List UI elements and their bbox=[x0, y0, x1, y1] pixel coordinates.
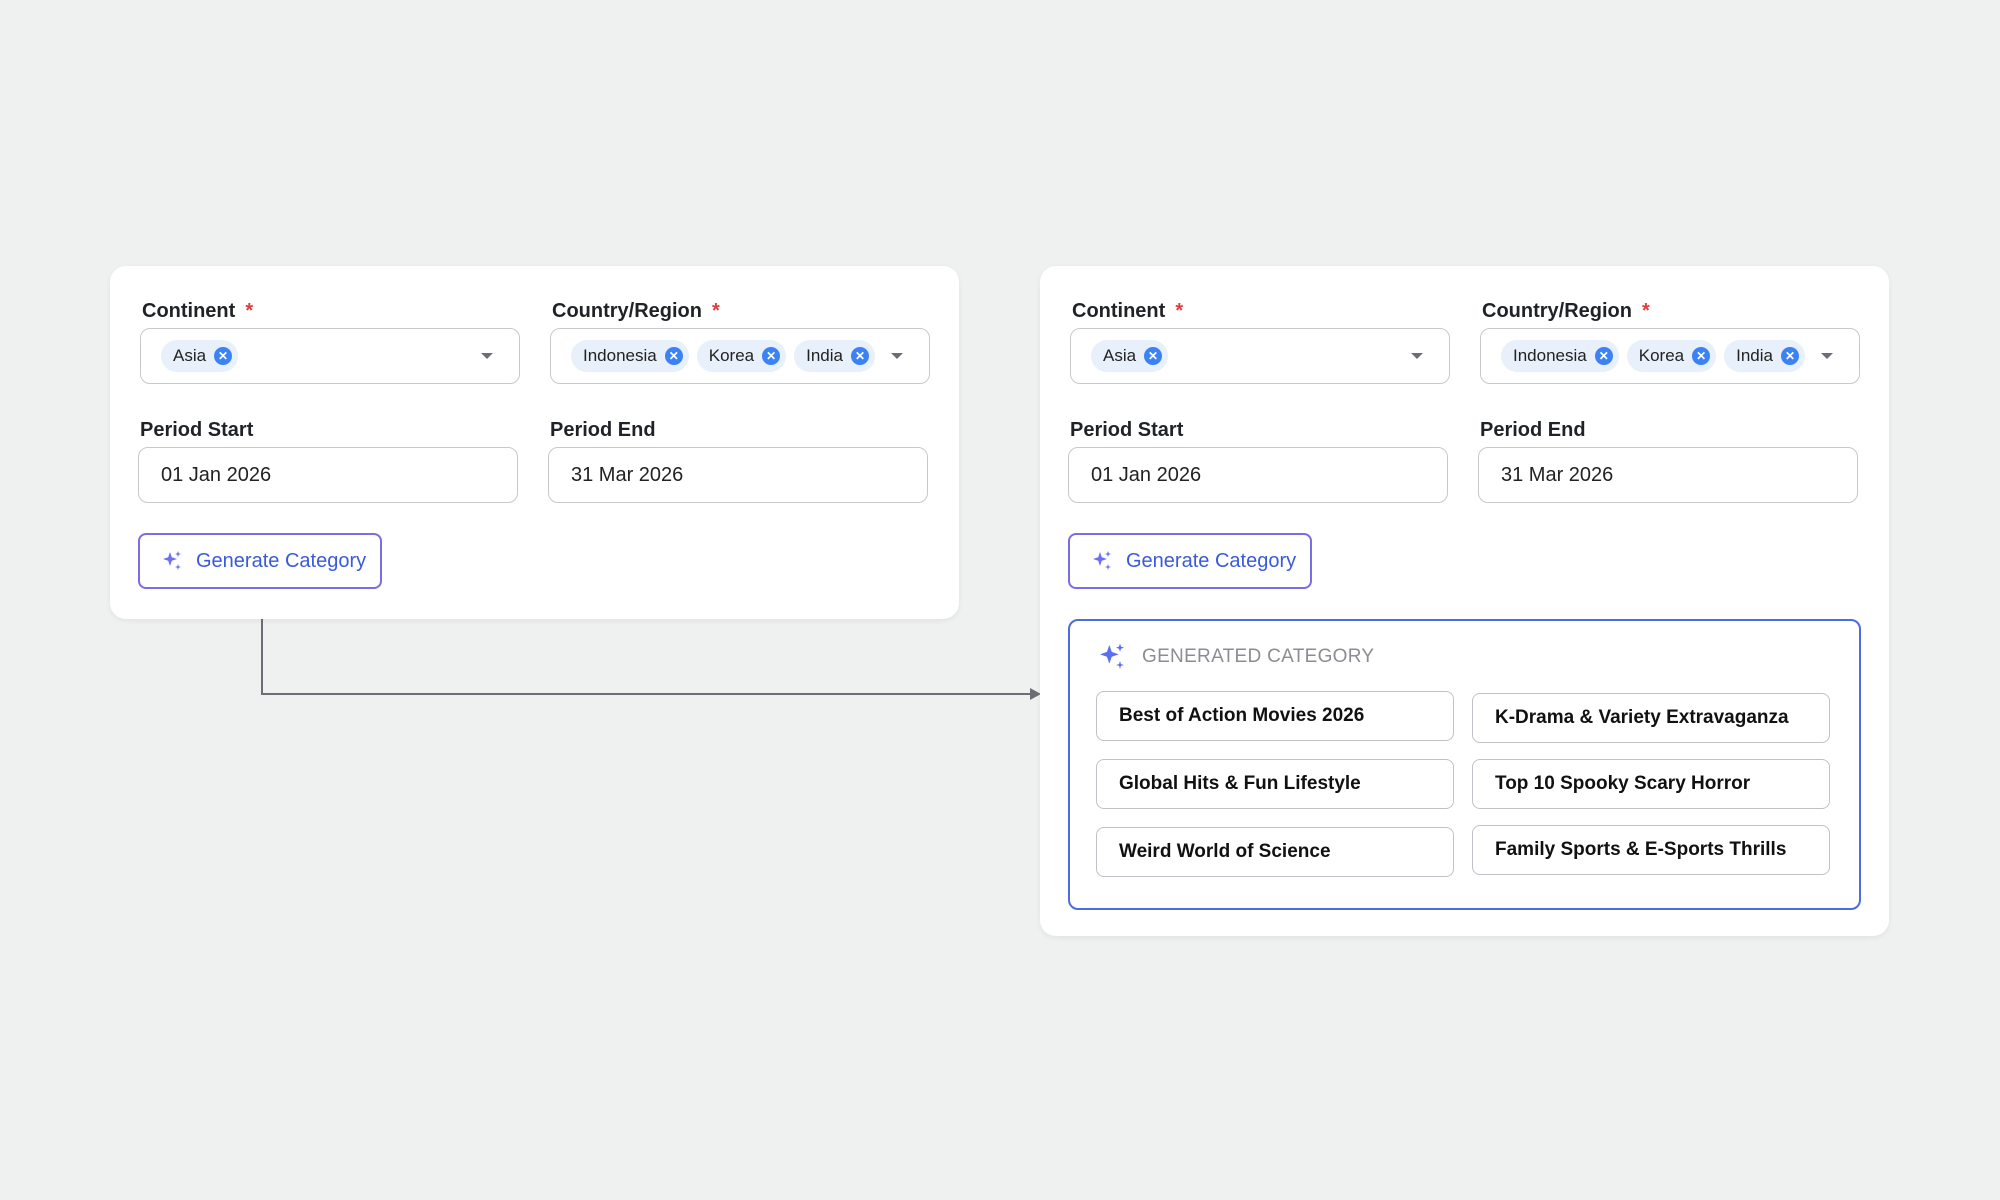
chip-india: India ✕ bbox=[794, 340, 875, 372]
continent-label: Continent * bbox=[1072, 300, 1184, 322]
category-option[interactable]: Best of Action Movies 2026 bbox=[1096, 691, 1454, 741]
chevron-down-icon[interactable] bbox=[1411, 353, 1423, 359]
remove-chip-icon[interactable]: ✕ bbox=[850, 347, 869, 365]
chip-korea: Korea ✕ bbox=[696, 340, 787, 372]
continent-select[interactable]: Asia ✕ bbox=[140, 328, 520, 384]
country-label: Country/Region * bbox=[552, 300, 720, 322]
chip-korea: Korea ✕ bbox=[1626, 340, 1717, 372]
continent-label: Continent * bbox=[142, 300, 254, 322]
sparkle-icon bbox=[163, 551, 181, 570]
period-end-label: Period End bbox=[1480, 419, 1586, 441]
generate-category-label: Generate Category bbox=[196, 549, 367, 572]
generate-category-label: Generate Category bbox=[1126, 549, 1297, 572]
category-option[interactable]: Weird World of Science bbox=[1096, 827, 1454, 877]
chevron-down-icon[interactable] bbox=[891, 353, 903, 359]
generated-category-title: GENERATED CATEGORY bbox=[1142, 646, 1375, 667]
sparkle-icon bbox=[1093, 551, 1111, 570]
remove-chip-icon[interactable]: ✕ bbox=[762, 347, 781, 365]
country-select[interactable]: Indonesia ✕ Korea ✕ India ✕ bbox=[550, 328, 930, 384]
remove-chip-icon[interactable]: ✕ bbox=[1692, 347, 1711, 365]
period-start-input[interactable]: 01 Jan 2026 bbox=[138, 447, 518, 503]
chip-indonesia: Indonesia ✕ bbox=[571, 340, 689, 372]
sparkle-icon bbox=[1100, 643, 1124, 669]
period-end-input[interactable]: 31 Mar 2026 bbox=[548, 447, 928, 503]
category-option[interactable]: Family Sports & E-Sports Thrills bbox=[1472, 825, 1830, 875]
chevron-down-icon[interactable] bbox=[481, 353, 493, 359]
generate-category-button[interactable]: Generate Category bbox=[1068, 533, 1312, 589]
country-select[interactable]: Indonesia ✕ Korea ✕ India ✕ bbox=[1480, 328, 1860, 384]
continent-select[interactable]: Asia ✕ bbox=[1070, 328, 1450, 384]
chip-indonesia: Indonesia ✕ bbox=[1501, 340, 1619, 372]
form-card-after: Continent * Asia ✕ Country/Region * Indones… bbox=[1040, 266, 1889, 936]
generate-category-button[interactable]: Generate Category bbox=[138, 533, 382, 589]
remove-chip-icon[interactable]: ✕ bbox=[1780, 347, 1799, 365]
period-end-input[interactable]: 31 Mar 2026 bbox=[1478, 447, 1858, 503]
period-end-label: Period End bbox=[550, 419, 656, 441]
remove-chip-icon[interactable]: ✕ bbox=[214, 347, 233, 365]
chip-asia: Asia ✕ bbox=[161, 340, 239, 372]
category-option[interactable]: Global Hits & Fun Lifestyle bbox=[1096, 759, 1454, 809]
category-option[interactable]: K-Drama & Variety Extravaganza bbox=[1472, 693, 1830, 743]
form-card-before: Continent * Asia ✕ Country/Region * Indones… bbox=[110, 266, 959, 619]
period-start-input[interactable]: 01 Jan 2026 bbox=[1068, 447, 1448, 503]
generated-category-panel: GENERATED CATEGORY Best of Action Movies… bbox=[1068, 619, 1861, 910]
remove-chip-icon[interactable]: ✕ bbox=[664, 347, 683, 365]
chip-asia: Asia ✕ bbox=[1091, 340, 1169, 372]
country-label: Country/Region * bbox=[1482, 300, 1650, 322]
chevron-down-icon[interactable] bbox=[1821, 353, 1833, 359]
period-start-label: Period Start bbox=[1070, 419, 1184, 441]
remove-chip-icon[interactable]: ✕ bbox=[1144, 347, 1163, 365]
category-option[interactable]: Top 10 Spooky Scary Horror bbox=[1472, 759, 1830, 809]
remove-chip-icon[interactable]: ✕ bbox=[1594, 347, 1613, 365]
period-start-label: Period Start bbox=[140, 419, 254, 441]
chip-india: India ✕ bbox=[1724, 340, 1805, 372]
